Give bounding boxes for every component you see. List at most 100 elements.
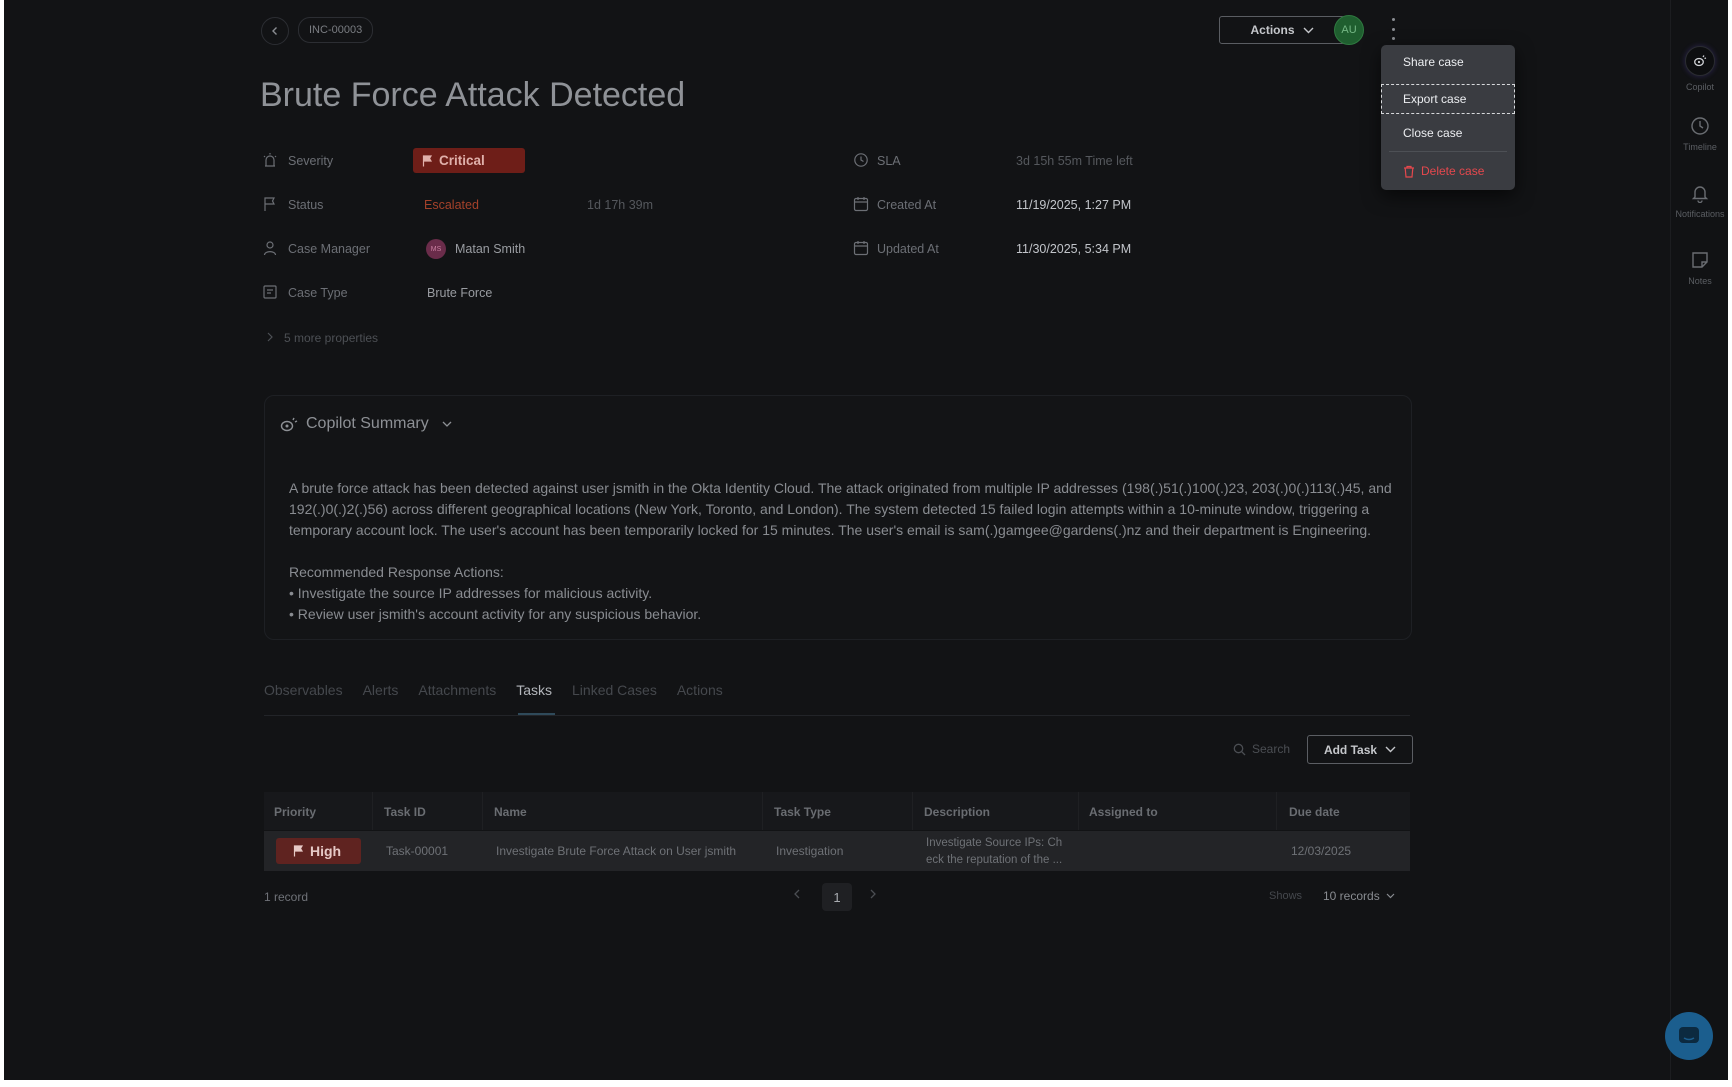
tab-observables[interactable]: Observables — [264, 682, 343, 698]
response-actions-heading: Recommended Response Actions: — [289, 564, 504, 580]
tab-linked-cases[interactable]: Linked Cases — [572, 682, 657, 698]
chevron-right-icon — [266, 332, 274, 342]
copilot-summary-text: A brute force attack has been detected a… — [289, 478, 1399, 625]
case-id-chip: INC-00003 — [298, 17, 374, 43]
chat-button[interactable] — [1665, 1012, 1713, 1060]
previous-page-icon[interactable] — [793, 889, 801, 899]
case-type-label: Case Type — [288, 286, 348, 300]
chevron-down-icon[interactable] — [442, 421, 452, 428]
updated-at-value: 11/30/2025, 5:34 PM — [1016, 242, 1132, 256]
tab-attachments[interactable]: Attachments — [418, 682, 496, 698]
task-id-cell: Task-00001 — [386, 844, 449, 858]
column-header-task-type[interactable]: Task Type — [774, 805, 831, 819]
column-header-description[interactable]: Description — [924, 805, 990, 819]
document-icon — [262, 284, 278, 300]
description-line: eck the reputation of the ... — [926, 854, 1063, 866]
menu-divider — [1389, 151, 1507, 152]
chevron-down-icon — [1386, 893, 1395, 899]
case-options-menu: Share case Export case Close case Delete… — [1381, 45, 1515, 190]
severity-badge[interactable]: Critical — [413, 148, 525, 173]
sla-suffix: Time left — [1085, 154, 1133, 168]
sla-time: 3d 15h 55m — [1016, 154, 1083, 168]
back-button[interactable] — [261, 17, 289, 45]
priority-value: High — [310, 843, 342, 859]
case-type-value[interactable]: Brute Force — [427, 286, 492, 300]
rail-notifications[interactable]: Notifications — [1671, 183, 1728, 219]
calendar-icon — [853, 240, 869, 256]
active-tab-indicator — [518, 713, 555, 715]
more-properties-link[interactable]: 5 more properties — [284, 331, 378, 345]
sla-value: 3d 15h 55m Time left — [1016, 154, 1133, 168]
case-manager-label: Case Manager — [288, 242, 370, 256]
sla-label: SLA — [877, 154, 901, 168]
task-search[interactable]: Search — [1233, 742, 1290, 756]
status-duration: 1d 17h 39m — [587, 198, 654, 212]
created-at-value: 11/19/2025, 1:27 PM — [1016, 198, 1132, 212]
severity-value: Critical — [439, 153, 485, 168]
flag-outline-icon — [262, 196, 278, 212]
tab-divider — [264, 715, 1410, 716]
chat-icon — [1679, 1027, 1699, 1043]
summary-paragraph: A brute force attack has been detected a… — [289, 480, 1392, 538]
task-name-cell[interactable]: Investigate Brute Force Attack on User j… — [496, 844, 736, 858]
search-icon — [1233, 743, 1246, 755]
flag-icon — [293, 845, 304, 857]
column-divider — [372, 792, 373, 830]
page-size-select[interactable]: 10 records — [1323, 889, 1395, 903]
task-type-cell: Investigation — [776, 844, 844, 858]
column-header-assigned-to[interactable]: Assigned to — [1089, 805, 1158, 819]
record-count: 1 record — [264, 890, 309, 904]
due-date-cell: 12/03/2025 — [1291, 844, 1352, 858]
rail-copilot[interactable]: Copilot — [1671, 46, 1728, 92]
column-header-due-date[interactable]: Due date — [1289, 805, 1340, 819]
more-options-icon[interactable] — [1386, 18, 1400, 40]
note-icon — [1692, 252, 1708, 268]
response-action-item: • Investigate the source IP addresses fo… — [289, 585, 653, 601]
manager-avatar: MS — [426, 239, 446, 259]
priority-badge: High — [276, 838, 361, 864]
status-value[interactable]: Escalated — [424, 198, 479, 212]
add-task-button[interactable]: Add Task — [1307, 735, 1413, 764]
rail-copilot-label: Copilot — [1685, 82, 1714, 92]
shows-label: Shows — [1269, 890, 1303, 902]
flag-icon — [422, 154, 433, 166]
status-label: Status — [288, 198, 324, 212]
case-manager-value[interactable]: Matan Smith — [455, 242, 525, 256]
menu-item-share-case[interactable]: Share case — [1381, 47, 1515, 77]
tab-actions[interactable]: Actions — [677, 682, 723, 698]
page-title: Brute Force Attack Detected — [260, 76, 686, 114]
delete-case-label: Delete case — [1421, 164, 1485, 178]
table-header — [264, 792, 1410, 830]
menu-item-export-case[interactable]: Export case — [1381, 84, 1515, 114]
trash-icon — [1404, 165, 1414, 178]
user-avatar[interactable]: AU — [1334, 15, 1364, 45]
menu-item-delete-case[interactable]: Delete case — [1381, 156, 1515, 186]
column-header-priority[interactable]: Priority — [274, 805, 316, 819]
chevron-down-icon — [1303, 27, 1313, 33]
created-at-label: Created At — [877, 198, 937, 212]
column-divider — [912, 792, 913, 830]
column-header-name[interactable]: Name — [494, 805, 527, 819]
chevron-down-icon — [1385, 746, 1396, 753]
description-line: Investigate Source IPs: Ch — [926, 837, 1063, 849]
calendar-icon — [853, 196, 869, 212]
next-page-icon[interactable] — [869, 889, 877, 899]
column-divider — [482, 792, 483, 830]
tab-alerts[interactable]: Alerts — [363, 682, 399, 698]
page-button[interactable]: 1 — [822, 883, 852, 911]
search-input[interactable]: Search — [1252, 742, 1290, 756]
tab-tasks[interactable]: Tasks — [516, 682, 552, 698]
menu-item-close-case[interactable]: Close case — [1381, 118, 1515, 148]
response-action-item: • Review user jsmith's account activity … — [289, 606, 702, 622]
add-task-label: Add Task — [1323, 742, 1378, 757]
description-cell: Investigate Source IPs: Ch eck the reput… — [926, 835, 1062, 869]
copilot-icon — [1685, 46, 1715, 76]
rail-timeline[interactable]: Timeline — [1671, 116, 1728, 152]
actions-button[interactable]: Actions — [1219, 16, 1345, 44]
rail-timeline-label: Timeline — [1683, 142, 1717, 152]
copilot-summary-title[interactable]: Copilot Summary — [306, 415, 429, 433]
chevron-left-icon — [272, 27, 277, 35]
rail-notes[interactable]: Notes — [1671, 250, 1728, 286]
column-header-task-id[interactable]: Task ID — [384, 805, 426, 819]
bell-icon — [1691, 186, 1709, 203]
